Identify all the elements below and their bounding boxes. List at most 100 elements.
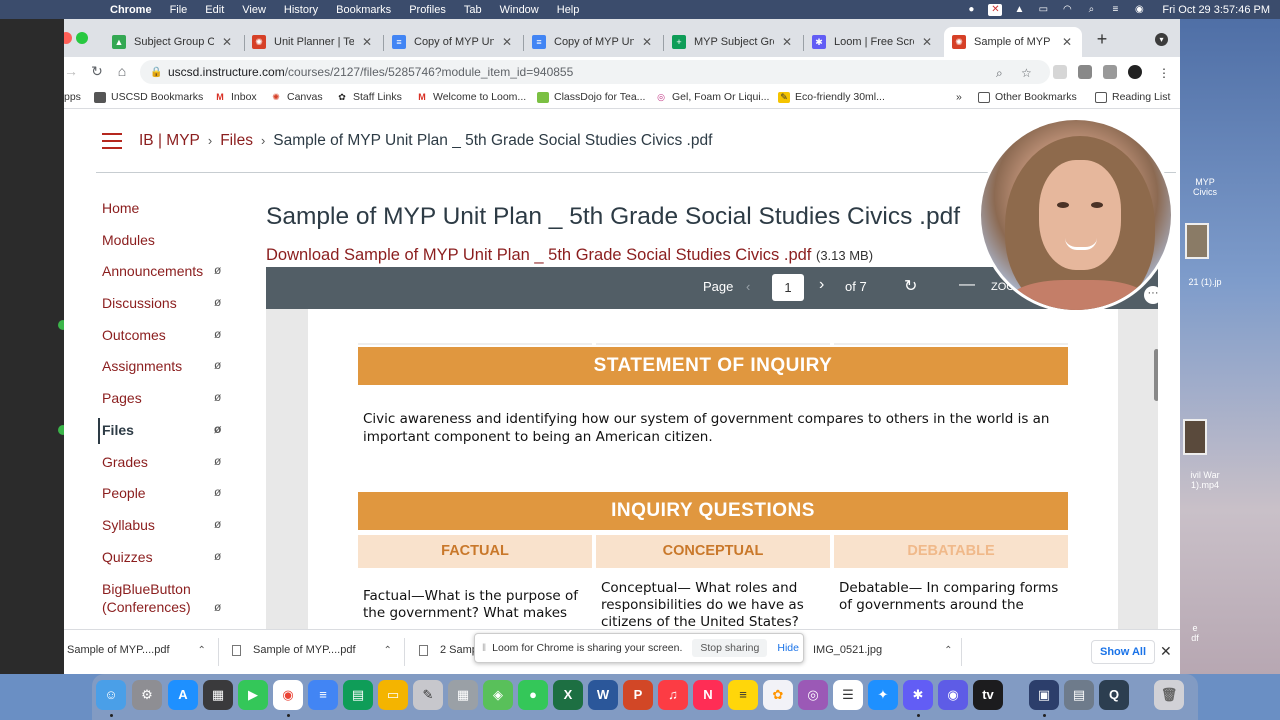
home-icon[interactable]: ⌂ [113,63,131,79]
news-icon[interactable]: N [693,680,723,710]
reload-icon[interactable]: ↻ [88,63,106,80]
pdf-viewer[interactable]: STATEMENT OF INQUIRY Civic awareness and… [266,309,1158,629]
bookmark-loom[interactable]: M Welcome to Loom... [416,91,526,103]
bookmark-star-icon[interactable]: ☆ [1021,66,1032,80]
desktop-file-label[interactable]: MYP Civics [1180,177,1230,197]
download-item[interactable]: Sample of MYP....pdf ⌃ [232,644,392,656]
tab-sample-myp-active[interactable]: ✺ Sample of MYP Uni ✕ [944,27,1082,57]
menu-app-chrome[interactable]: Chrome [110,4,152,16]
control-center-icon[interactable]: ≡ [1108,4,1122,16]
breadcrumb-course[interactable]: IB | MYP [139,132,200,149]
screen-sharing-icon[interactable]: ▣ [1029,680,1059,710]
previous-page-icon[interactable]: ‹ [746,279,750,294]
menu-bookmarks[interactable]: Bookmarks [336,4,391,16]
stop-sharing-button[interactable]: Stop sharing [692,639,768,657]
tab-unit-planner[interactable]: ✺ Unit Planner | Temp ✕ [244,27,382,57]
course-nav-home[interactable]: Home [102,200,237,232]
hide-sharing-bar-button[interactable]: Hide [777,642,799,654]
close-window-icon[interactable] [64,32,72,44]
extension-icon[interactable] [1078,65,1092,79]
close-tab-icon[interactable]: ✕ [1060,35,1074,49]
tab-myp-subject-group[interactable]: + MYP Subject Group ✕ [664,27,802,57]
safari-icon[interactable]: ✦ [868,680,898,710]
drag-handle-icon[interactable]: ‖ [482,643,486,654]
tab-search-icon[interactable]: ▾ [1155,33,1168,46]
close-tab-icon[interactable]: ✕ [640,35,654,49]
extensions-puzzle-icon[interactable] [1103,65,1117,79]
close-tab-icon[interactable]: ✕ [500,35,514,49]
notes-icon[interactable]: ≡ [728,680,758,710]
powerpoint-icon[interactable]: P [623,680,653,710]
reminders-icon[interactable]: ☰ [833,680,863,710]
loom-webcam-bubble[interactable] [978,117,1174,313]
chevron-up-icon[interactable]: ⌃ [944,645,952,656]
messages-icon[interactable]: ● [518,680,548,710]
page-number-input[interactable]: 1 [772,274,804,301]
script-editor-icon[interactable]: ✎ [413,680,443,710]
address-bar[interactable]: 🔒 uscsd.instructure.com/courses/2127/fil… [140,60,1050,84]
course-nav-grades[interactable]: Grades ø [102,454,237,486]
menu-file[interactable]: File [170,4,188,16]
excel-icon[interactable]: X [553,680,583,710]
trash-icon[interactable]: 🗑 [1154,680,1184,710]
download-item[interactable]: IMG_0521.jpg ⌃ [813,644,953,656]
desktop-file-label[interactable]: ivil War 1).mp4 [1180,470,1230,490]
hamburger-menu-icon[interactable] [102,133,122,154]
menu-help[interactable]: Help [557,4,580,16]
close-tab-icon[interactable]: ✕ [220,35,234,49]
system-preferences-icon[interactable]: ⚙ [132,680,162,710]
google-sheets-icon[interactable]: ▤ [343,680,373,710]
more-options-icon[interactable]: ··· [1144,286,1162,304]
music-icon[interactable]: ♫ [658,680,688,710]
bookmark-reading-list[interactable]: Reading List [1095,91,1170,103]
calculator-icon[interactable]: ▦ [203,680,233,710]
tab-loom[interactable]: ✱ Loom | Free Screen ✕ [804,27,942,57]
course-nav-discussions[interactable]: Discussions ø [102,295,237,327]
desktop-file-thumbnail[interactable] [1185,223,1209,259]
close-tab-icon[interactable]: ✕ [920,35,934,49]
course-nav-assignments[interactable]: Assignments ø [102,358,237,390]
tab-copy-myp-1[interactable]: ≡ Copy of MYP Unit P ✕ [384,27,522,57]
bookmarks-overflow[interactable]: » [956,91,962,103]
tab-copy-myp-2[interactable]: ≡ Copy of MYP Unit P ✕ [524,27,662,57]
google-slides-icon[interactable]: ▭ [378,680,408,710]
word-icon[interactable]: W [588,680,618,710]
chrome-icon[interactable]: ◉ [273,680,303,710]
launchpad-icon[interactable]: ▦ [448,680,478,710]
zoom-icon[interactable]: ⌕ [996,66,1003,81]
menu-edit[interactable]: Edit [205,4,224,16]
menu-window[interactable]: Window [500,4,539,16]
bookmark-uscsd[interactable]: USCSD Bookmarks [94,91,203,103]
next-page-icon[interactable]: › [819,276,824,294]
menu-profiles[interactable]: Profiles [409,4,446,16]
new-tab-icon[interactable]: + [1092,30,1112,48]
desktop-file-thumbnail[interactable] [1183,419,1207,455]
profile-avatar-icon[interactable] [1128,65,1142,79]
bookmark-canvas[interactable]: ✺ Canvas [270,91,322,103]
zoom-out-icon[interactable]: — [959,276,975,294]
tv-icon[interactable]: tv [973,680,1003,710]
mic-icon[interactable]: ● [964,4,978,16]
download-link[interactable]: Download Sample of MYP Unit Plan _ 5th G… [266,246,811,264]
rotate-icon[interactable]: ↻ [904,276,917,296]
chrome-menu-icon[interactable]: ⋮ [1158,66,1170,80]
close-app-icon[interactable]: ✕ [988,3,1003,16]
maps-icon[interactable]: ◈ [483,680,513,710]
show-all-downloads-button[interactable]: Show All [1091,640,1156,664]
bookmark-staff-links[interactable]: ✿ Staff Links [336,91,402,103]
bookmark-other[interactable]: Other Bookmarks [978,91,1077,103]
tab-subject-group[interactable]: ▲ Subject Group Ove ✕ [104,27,242,57]
spotlight-icon[interactable]: ⌕ [1084,4,1098,16]
facetime-icon[interactable]: ▶ [238,680,268,710]
bookmark-apps[interactable]: pps [64,91,81,103]
finder-icon[interactable]: ☺ [96,680,126,710]
download-item[interactable]: Sample of MYP....pdf ⌃ [67,644,206,656]
menu-history[interactable]: History [284,4,318,16]
app-store-icon[interactable]: A [168,680,198,710]
forward-icon[interactable]: → [64,63,80,79]
course-nav-pages[interactable]: Pages ø [102,390,237,422]
bookmark-classdojo[interactable]: ClassDojo for Tea... [537,91,645,103]
extension-icon[interactable] [1053,65,1067,79]
photos-icon[interactable]: ✿ [763,680,793,710]
course-nav-bigbluebutton[interactable]: BigBlueButton (Conferences) ø [102,580,237,629]
